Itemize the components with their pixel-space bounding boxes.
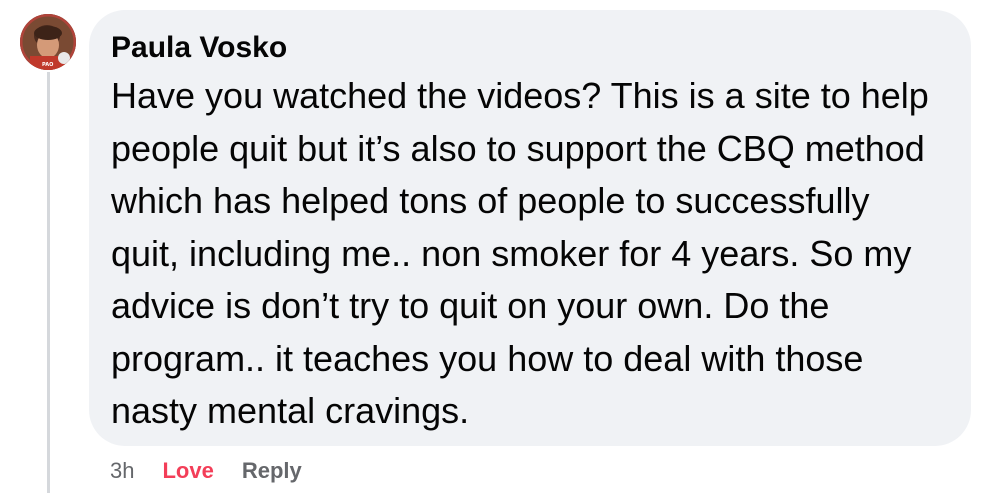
reply-button[interactable]: Reply xyxy=(242,458,302,484)
avatar[interactable]: PAO xyxy=(20,14,76,70)
comment-actions: 3h Love Reply xyxy=(110,455,330,487)
comment-bubble: Paula Vosko Have you watched the videos?… xyxy=(89,10,971,446)
comment-timestamp[interactable]: 3h xyxy=(110,458,134,484)
comment-thread: PAO Paula Vosko Have you watched the vid… xyxy=(0,0,1000,493)
svg-text:PAO: PAO xyxy=(42,62,53,68)
thread-connector-line xyxy=(47,72,50,493)
comment-author-name[interactable]: Paula Vosko xyxy=(111,28,947,68)
comment-text: Have you watched the videos? This is a s… xyxy=(111,75,929,431)
avatar-icon: PAO xyxy=(20,14,76,70)
love-reaction-button[interactable]: Love xyxy=(162,458,213,484)
